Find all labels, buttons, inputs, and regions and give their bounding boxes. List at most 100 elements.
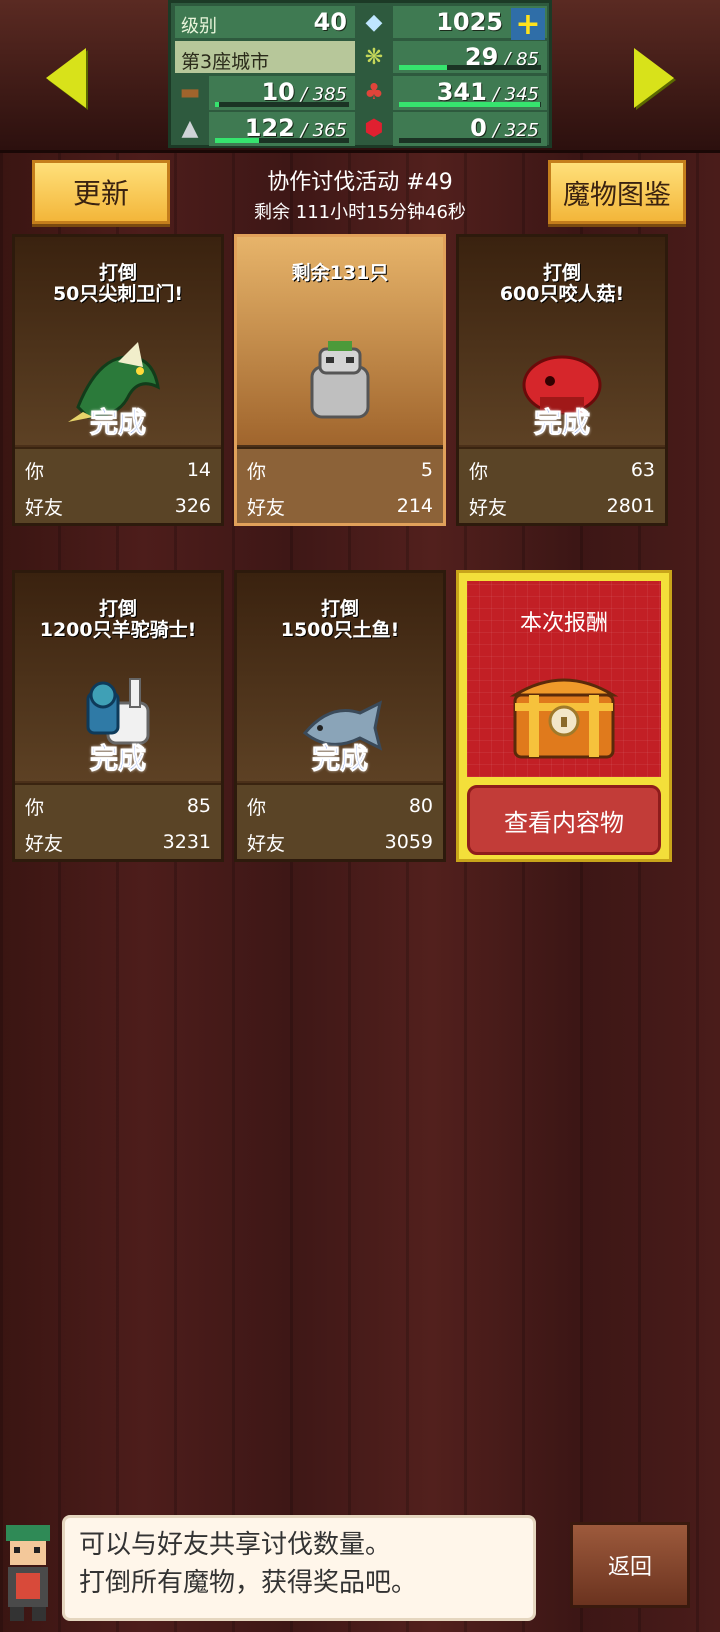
refresh-button[interactable]: 更新	[32, 160, 170, 224]
monster-card[interactable]: 打倒 1200只羊驼骑士! 完成你 85 好友 3231	[12, 570, 224, 862]
you-label: 你	[247, 796, 267, 819]
crystal-progress-bar	[399, 138, 541, 143]
completed-label: 完成	[89, 742, 146, 776]
crop-progress-bar	[399, 65, 541, 70]
level-box: 级别 40	[175, 6, 355, 38]
completed-label: 完成	[89, 406, 146, 440]
crop-progress-fill	[399, 65, 448, 70]
completed-label: 完成	[311, 742, 368, 776]
monster-goal-text: 打倒 50只尖刺卫门!	[52, 262, 184, 305]
friend-row: 好友 2801	[469, 491, 655, 521]
friend-count: 214	[396, 495, 433, 517]
kill-stats: 你 85 好友 3231	[15, 783, 221, 859]
you-row: 你 80	[247, 791, 433, 821]
crop-box: 29/ 85	[393, 41, 547, 73]
reward-background: 本次报酬	[467, 581, 661, 777]
stone-progress-bar	[215, 138, 349, 143]
friend-row: 好友 326	[25, 491, 211, 521]
gem-count: 1025	[436, 8, 503, 36]
friend-label: 好友	[25, 832, 64, 855]
monster-goal-text: 打倒 600只咬人菇!	[499, 262, 625, 305]
stone-progress-fill	[215, 138, 260, 143]
red-crystal-icon: ⬢	[364, 115, 384, 141]
monster-goal-text: 打倒 1500只土鱼!	[280, 598, 400, 641]
you-label: 你	[25, 796, 45, 819]
wood-progress-fill	[215, 102, 220, 107]
monster-card[interactable]: 剩余131只你 5 好友 214	[234, 234, 446, 526]
monster-card[interactable]: 打倒 1500只土鱼! 完成你 80 好友 3059	[234, 570, 446, 862]
city-name-box: 第3座城市	[175, 41, 355, 73]
kill-stats: 你 63 好友 2801	[459, 447, 665, 523]
back-button[interactable]: 返回	[570, 1522, 690, 1608]
friend-label: 好友	[25, 496, 64, 519]
tip-line-2: 打倒所有魔物，获得奖品吧。	[79, 1568, 418, 1598]
tip-speech-bubble: 可以与好友共享讨伐数量。 打倒所有魔物，获得奖品吧。	[62, 1515, 536, 1621]
kill-stats: 你 80 好友 3059	[237, 783, 443, 859]
treasure-chest-icon	[509, 678, 619, 759]
you-count: 85	[186, 795, 211, 817]
you-count: 63	[630, 459, 655, 481]
you-row: 你 85	[25, 791, 211, 821]
next-city-arrow-icon[interactable]	[634, 48, 674, 108]
wood-progress-bar	[215, 102, 349, 107]
friend-label: 好友	[469, 496, 508, 519]
you-label: 你	[469, 460, 489, 483]
grass-crop-icon: ❋	[364, 44, 384, 70]
bestiary-button[interactable]: 魔物图鉴	[548, 160, 686, 224]
resource-panel: 级别 40 ◆ 1025 + 第3座城市 ❋ 29/ 85 ▬ 10/ 385 …	[168, 0, 552, 148]
monster-card[interactable]: 打倒 50只尖刺卫门! 完成你 14 好友 326	[12, 234, 224, 526]
gem-box: 1025 +	[393, 6, 547, 42]
monster-goal-text: 剩余131只	[291, 262, 389, 284]
you-row: 你5	[247, 455, 433, 485]
level-value: 40	[313, 8, 347, 36]
you-label: 你	[25, 460, 45, 483]
kill-stats: 你 14 好友 326	[15, 447, 221, 523]
monster-card-image-area: 打倒 50只尖刺卫门! 完成	[15, 237, 221, 445]
monster-card[interactable]: 打倒 600只咬人菇! 完成你 63 好友 2801	[456, 234, 668, 526]
friend-label: 好友	[247, 832, 286, 855]
npc-guide-avatar-icon	[6, 1525, 50, 1621]
you-count: 80	[408, 795, 433, 817]
you-label: 你	[247, 460, 267, 483]
food-progress-fill	[399, 102, 540, 107]
you-row: 你 63	[469, 455, 655, 485]
add-gems-plus-icon[interactable]: +	[511, 7, 545, 42]
friend-row: 好友 3059	[247, 827, 433, 857]
stone-box: 122/ 365	[209, 112, 355, 146]
friend-row: 好友 214	[247, 491, 433, 521]
friend-count: 3231	[162, 831, 211, 853]
top-status-bar: 级别 40 ◆ 1025 + 第3座城市 ❋ 29/ 85 ▬ 10/ 385 …	[0, 0, 720, 153]
stone-golem-icon	[290, 337, 390, 427]
monster-goal-text: 打倒 1200只羊驼骑士!	[39, 598, 197, 641]
food-box: 341/ 345	[393, 76, 547, 110]
view-contents-button[interactable]: 查看内容物	[467, 785, 661, 855]
previous-city-arrow-icon[interactable]	[46, 48, 86, 108]
event-remaining-time: 剩余 111小时15分钟46秒	[254, 202, 466, 223]
monster-card-image-area: 剩余131只	[237, 237, 443, 445]
crystal-box: 0/ 325	[393, 112, 547, 146]
monster-card-image-area: 打倒 1500只土鱼! 完成	[237, 573, 443, 781]
wood-box: 10/ 385	[209, 76, 355, 110]
level-label: 级别	[181, 16, 217, 37]
wood-log-icon: ▬	[179, 79, 201, 105]
tip-line-1: 可以与好友共享讨伐数量。	[79, 1530, 392, 1560]
event-title: 协作讨伐活动 #49	[267, 170, 453, 195]
monster-card-image-area: 打倒 1200只羊驼骑士! 完成	[15, 573, 221, 781]
city-name: 第3座城市	[181, 51, 270, 73]
reward-panel: 本次报酬 查看内容物	[456, 570, 672, 862]
you-count: 14	[186, 459, 211, 481]
you-row: 你 14	[25, 455, 211, 485]
diamond-icon: ◆	[365, 9, 383, 35]
kill-stats: 你 5 好友 214	[237, 447, 443, 523]
reward-title: 本次报酬	[519, 611, 608, 636]
you-count: 5	[420, 459, 433, 481]
friend-label: 好友	[247, 496, 286, 519]
food-basket-icon: ♣	[364, 79, 384, 105]
friend-row: 好友 3231	[25, 827, 211, 857]
monster-card-image-area: 打倒 600只咬人菇! 完成	[459, 237, 665, 445]
friend-count: 3059	[384, 831, 433, 853]
stone-pile-icon: ▲	[181, 115, 199, 141]
completed-label: 完成	[533, 406, 590, 440]
friend-count: 326	[174, 495, 211, 517]
friend-count: 2801	[606, 495, 655, 517]
